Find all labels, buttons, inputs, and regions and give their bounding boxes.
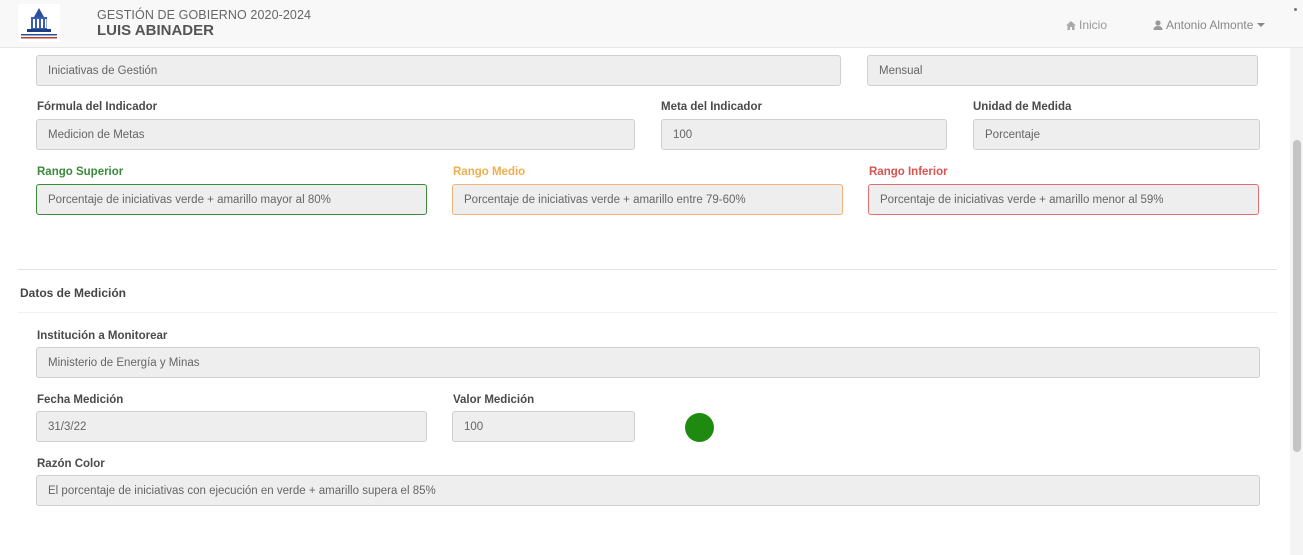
- brand-subtitle: GESTIÓN DE GOBIERNO 2020-2024: [97, 8, 312, 22]
- nav-home-label: Inicio: [1079, 18, 1108, 32]
- valor-label: Valor Medición: [453, 394, 535, 406]
- brand-title: LUIS ABINADER: [97, 22, 214, 39]
- user-icon: [1153, 20, 1163, 30]
- top-navbar: GESTIÓN DE GOBIERNO 2020-2024 LUIS ABINA…: [0, 0, 1303, 48]
- unidad-label: Unidad de Medida: [973, 101, 1072, 113]
- fecha-label: Fecha Medición: [37, 394, 124, 406]
- section-divider: [18, 269, 1277, 270]
- rango-medio-label: Rango Medio: [453, 166, 526, 178]
- scrollbar-thumb[interactable]: [1293, 140, 1301, 452]
- unidad-field[interactable]: Porcentaje: [973, 119, 1260, 150]
- status-color-indicator: [685, 413, 714, 442]
- fecha-field[interactable]: 31/3/22: [36, 411, 427, 442]
- rango-inferior-label: Rango Inferior: [869, 166, 948, 178]
- government-logo: [18, 4, 60, 42]
- institucion-field[interactable]: Ministerio de Energía y Minas: [36, 347, 1260, 378]
- razon-field[interactable]: El porcentaje de iniciativas con ejecuci…: [36, 475, 1260, 506]
- rango-superior-label: Rango Superior: [37, 166, 124, 178]
- tipo-indicador-field[interactable]: Iniciativas de Gestión: [36, 55, 841, 86]
- nav-home-link[interactable]: Inicio: [1066, 18, 1107, 32]
- rango-medio-field[interactable]: Porcentaje de iniciativas verde + amaril…: [452, 184, 843, 215]
- institucion-label: Institución a Monitorear: [37, 330, 168, 342]
- datos-medicion-title: Datos de Medición: [20, 286, 127, 300]
- caret-down-icon: [1257, 23, 1266, 27]
- frecuencia-field[interactable]: Mensual: [867, 55, 1258, 86]
- meta-field[interactable]: 100: [661, 119, 947, 150]
- formula-label: Fórmula del Indicador: [37, 101, 158, 113]
- home-icon: [1066, 21, 1076, 30]
- window-marker: [1294, 8, 1297, 11]
- user-name: Antonio Almonte: [1166, 18, 1254, 32]
- section-header-divider: [18, 312, 1277, 313]
- user-menu-dropdown[interactable]: Antonio Almonte: [1153, 18, 1266, 32]
- valor-field[interactable]: 100: [452, 411, 635, 442]
- rango-superior-field[interactable]: Porcentaje de iniciativas verde + amaril…: [36, 184, 427, 215]
- rango-inferior-field[interactable]: Porcentaje de iniciativas verde + amaril…: [868, 184, 1259, 215]
- formula-field[interactable]: Medicion de Metas: [36, 119, 635, 150]
- razon-label: Razón Color: [37, 458, 105, 470]
- meta-label: Meta del Indicador: [661, 101, 762, 113]
